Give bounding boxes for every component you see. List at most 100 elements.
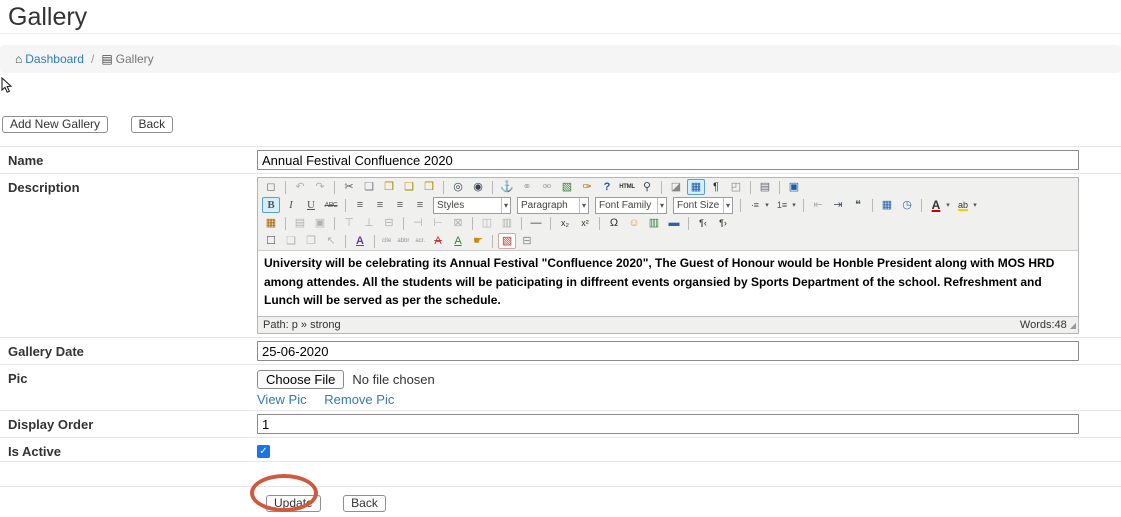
insert-row-before-icon[interactable]: ⊤ bbox=[340, 215, 358, 231]
toolbar-separator bbox=[661, 181, 662, 194]
anchor-icon[interactable]: ⚓ bbox=[498, 179, 516, 195]
align-center-icon[interactable]: ≡ bbox=[371, 197, 389, 213]
special-char-icon[interactable]: Ω bbox=[605, 215, 623, 231]
preview-page-icon[interactable]: ◰ bbox=[727, 179, 745, 195]
abbr-icon[interactable]: abbr bbox=[395, 233, 411, 249]
unlink-icon[interactable]: ⚮ bbox=[538, 179, 556, 195]
del-icon[interactable]: A bbox=[429, 233, 447, 249]
choose-file-button[interactable]: Choose File bbox=[257, 370, 344, 389]
insert-image-icon[interactable]: ▧ bbox=[558, 179, 576, 195]
display-order-input[interactable] bbox=[257, 414, 1079, 434]
print-icon[interactable]: ▤ bbox=[756, 179, 774, 195]
subscript-icon[interactable]: x₂ bbox=[556, 215, 574, 231]
html-source-icon[interactable]: HTML bbox=[618, 179, 636, 195]
superscript-icon[interactable]: x² bbox=[576, 215, 594, 231]
emoticons-icon[interactable]: ☺ bbox=[625, 215, 643, 231]
ltr-icon[interactable]: ¶‹ bbox=[694, 215, 712, 231]
find-replace-icon[interactable]: ◉ bbox=[469, 179, 487, 195]
text-color-icon[interactable]: A bbox=[927, 197, 945, 213]
insert-date-icon[interactable]: ▦ bbox=[878, 197, 896, 213]
back-button-bottom[interactable]: Back bbox=[343, 495, 386, 512]
merge-cells-icon[interactable]: ▥ bbox=[498, 215, 516, 231]
resize-handle-icon[interactable]: ◢ bbox=[1070, 321, 1076, 330]
paste-from-word-icon[interactable]: ❒ bbox=[420, 179, 438, 195]
underline-icon[interactable]: U bbox=[302, 197, 320, 213]
style-props-icon[interactable]: A bbox=[351, 233, 369, 249]
horizontal-rule-icon[interactable]: — bbox=[527, 215, 545, 231]
insert-column-after-icon[interactable]: ⊢ bbox=[429, 215, 447, 231]
fullscreen-icon[interactable]: ▣ bbox=[785, 179, 803, 195]
cite-icon[interactable]: cite bbox=[380, 233, 393, 249]
remove-format-icon[interactable]: ◪ bbox=[667, 179, 685, 195]
back-button-top[interactable]: Back bbox=[131, 116, 174, 133]
dashboard-link[interactable]: Dashboard bbox=[25, 52, 84, 66]
media-icon[interactable]: ▥ bbox=[645, 215, 663, 231]
toolbar-separator bbox=[688, 217, 689, 230]
breadcrumb-item-dashboard[interactable]: ⌂ Dashboard bbox=[15, 52, 84, 66]
bullet-list-arrow-icon[interactable]: ▾ bbox=[763, 197, 771, 213]
paste-as-text-icon[interactable]: ❑ bbox=[400, 179, 418, 195]
name-input[interactable] bbox=[257, 150, 1079, 170]
align-right-icon[interactable]: ≡ bbox=[391, 197, 409, 213]
move-backward-icon[interactable]: ❐ bbox=[302, 233, 320, 249]
copy-icon[interactable]: ❏ bbox=[360, 179, 378, 195]
image-map-icon[interactable]: ▧ bbox=[498, 233, 516, 249]
undo-icon[interactable]: ↶ bbox=[291, 179, 309, 195]
font-family-dropdown[interactable]: Font Family▾ bbox=[595, 197, 667, 214]
editor-content[interactable]: University will be celebrating its Annua… bbox=[258, 250, 1078, 316]
align-justify-icon[interactable]: ≡ bbox=[411, 197, 429, 213]
delete-row-icon[interactable]: ⊟ bbox=[380, 215, 398, 231]
split-cells-icon[interactable]: ◫ bbox=[478, 215, 496, 231]
update-button[interactable]: Update bbox=[266, 495, 321, 512]
paste-icon[interactable]: ❐ bbox=[380, 179, 398, 195]
bullet-list-icon[interactable]: ∙≡ bbox=[746, 197, 764, 213]
search-preview-icon[interactable]: ⚲ bbox=[638, 179, 656, 195]
is-active-checkbox[interactable]: ✓ bbox=[257, 445, 270, 458]
insert-row-after-icon[interactable]: ⊥ bbox=[360, 215, 378, 231]
home-icon: ⌂ bbox=[15, 52, 22, 66]
blockquote-icon[interactable]: ❝ bbox=[849, 197, 867, 213]
move-forward-icon[interactable]: ❏ bbox=[282, 233, 300, 249]
view-pic-link[interactable]: View Pic bbox=[257, 392, 307, 407]
background-color-icon[interactable]: ab bbox=[954, 197, 972, 213]
absolute-position-icon[interactable]: ↖ bbox=[322, 233, 340, 249]
numbered-list-icon[interactable]: 1≡ bbox=[773, 197, 791, 213]
cleanup-icon[interactable]: ✑ bbox=[578, 179, 596, 195]
align-left-icon[interactable]: ≡ bbox=[351, 197, 369, 213]
link-icon[interactable]: ⚭ bbox=[518, 179, 536, 195]
paragraph-dropdown[interactable]: Paragraph▾ bbox=[517, 197, 589, 214]
help-icon[interactable]: ? bbox=[598, 179, 616, 195]
indent-icon[interactable]: ⇥ bbox=[829, 197, 847, 213]
cut-icon[interactable]: ✂ bbox=[340, 179, 358, 195]
bold-icon[interactable]: B bbox=[262, 197, 280, 213]
gallery-date-input[interactable] bbox=[257, 341, 1079, 361]
ins-icon[interactable]: A bbox=[449, 233, 467, 249]
find-icon[interactable]: ◎ bbox=[449, 179, 467, 195]
visual-chars-icon[interactable]: ¶ bbox=[707, 179, 725, 195]
table-cell-properties-icon[interactable]: ▣ bbox=[311, 215, 329, 231]
add-new-gallery-button[interactable]: Add New Gallery bbox=[2, 116, 108, 133]
text-color-arrow-icon[interactable]: ▾ bbox=[944, 197, 952, 213]
rtl-icon[interactable]: ¶› bbox=[714, 215, 732, 231]
italic-icon[interactable]: I bbox=[282, 197, 300, 213]
page-break-icon[interactable]: ⊟ bbox=[518, 233, 536, 249]
attributes-icon[interactable]: ☛ bbox=[469, 233, 487, 249]
delete-column-icon[interactable]: ⊠ bbox=[449, 215, 467, 231]
embed-icon[interactable]: ▬ bbox=[665, 215, 683, 231]
insert-layer-icon[interactable]: ☐ bbox=[262, 233, 280, 249]
remove-pic-link[interactable]: Remove Pic bbox=[324, 392, 394, 407]
insert-table-icon[interactable]: ▦ bbox=[262, 215, 280, 231]
font-size-dropdown[interactable]: Font Size▾ bbox=[673, 197, 733, 214]
background-color-arrow-icon[interactable]: ▾ bbox=[971, 197, 979, 213]
new-document-icon[interactable]: ◻ bbox=[262, 179, 280, 195]
insert-time-icon[interactable]: ◷ bbox=[898, 197, 916, 213]
visualaid-icon[interactable]: ▦ bbox=[687, 179, 705, 195]
acronym-icon[interactable]: acr. bbox=[413, 233, 427, 249]
redo-icon[interactable]: ↷ bbox=[311, 179, 329, 195]
styles-dropdown[interactable]: Styles▾ bbox=[433, 197, 511, 214]
table-row-properties-icon[interactable]: ▤ bbox=[291, 215, 309, 231]
insert-column-before-icon[interactable]: ⊣ bbox=[409, 215, 427, 231]
numbered-list-arrow-icon[interactable]: ▾ bbox=[790, 197, 798, 213]
strikethrough-icon[interactable]: ABC bbox=[322, 197, 340, 213]
outdent-icon[interactable]: ⇤ bbox=[809, 197, 827, 213]
